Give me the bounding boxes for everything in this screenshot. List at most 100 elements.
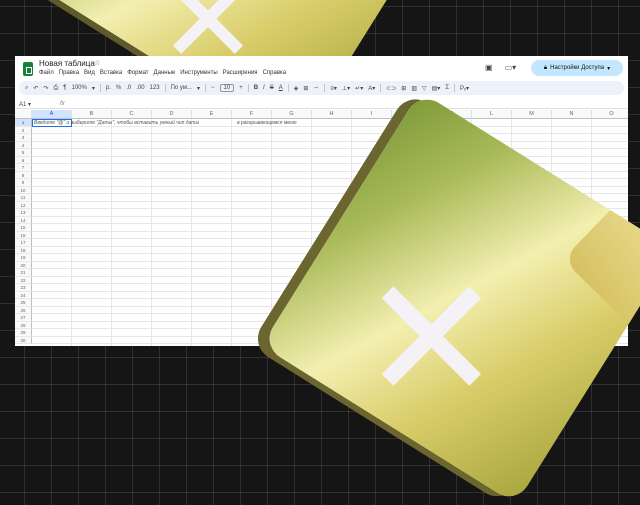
menu-item[interactable]: Расширения xyxy=(223,70,258,76)
row-header[interactable]: 17 xyxy=(15,239,32,247)
column-header[interactable]: A xyxy=(32,110,72,119)
cell-hint-text: Введите "@" и выберите "Даты", чтобы вст… xyxy=(34,120,200,126)
font-size-decrease-button[interactable]: − xyxy=(211,85,215,91)
column-header[interactable]: D xyxy=(152,110,192,119)
row-header[interactable]: 9 xyxy=(15,179,32,187)
row-header[interactable]: 13 xyxy=(15,209,32,217)
italic-icon[interactable]: I xyxy=(263,85,265,91)
column-header[interactable]: C xyxy=(112,110,152,119)
paint-format-icon[interactable]: ¶ xyxy=(63,85,66,91)
row-header[interactable]: 23 xyxy=(15,284,32,292)
sheets-logo-icon xyxy=(23,62,33,76)
print-icon[interactable]: ⎙ xyxy=(53,85,58,92)
strikethrough-icon[interactable]: S xyxy=(270,85,274,91)
text-color-icon[interactable]: A xyxy=(279,85,283,91)
redo-icon[interactable]: ↷ xyxy=(43,85,48,92)
row-header[interactable]: 8 xyxy=(15,171,32,179)
menu-item[interactable]: Вид xyxy=(84,70,95,76)
column-header[interactable]: H xyxy=(312,110,352,119)
font-select[interactable]: По ум... xyxy=(171,85,192,91)
share-button[interactable]: 🔒︎ Настройки Доступа ▾ xyxy=(531,60,623,76)
input-tools-icon[interactable]: Рᵥ▾ xyxy=(460,85,469,92)
chart-icon[interactable]: ▥ xyxy=(411,85,417,92)
select-all-corner[interactable] xyxy=(15,110,32,119)
bold-icon[interactable]: B xyxy=(254,85,258,91)
currency-button[interactable]: р. xyxy=(106,85,111,91)
column-header[interactable]: G xyxy=(272,110,312,119)
column-header[interactable]: I xyxy=(352,110,392,119)
link-icon[interactable]: ⊂⊃ xyxy=(386,85,396,92)
rotate-icon[interactable]: A▾ xyxy=(368,85,375,92)
lock-icon: 🔒︎ xyxy=(543,64,548,71)
menu-item[interactable]: Формат xyxy=(127,70,148,76)
row-header[interactable]: 26 xyxy=(15,306,32,314)
decrease-decimals-button[interactable]: .0 xyxy=(126,85,131,91)
number-format-button[interactable]: 123 xyxy=(150,85,160,91)
comment-add-icon[interactable]: ⊞ xyxy=(401,85,406,92)
column-header[interactable]: O xyxy=(592,110,628,119)
row-header[interactable]: 7 xyxy=(15,164,32,172)
search-icon[interactable]: ⌕ xyxy=(25,85,28,92)
row-header[interactable]: 14 xyxy=(15,216,32,224)
column-header[interactable]: L xyxy=(472,110,512,119)
row-header[interactable]: 16 xyxy=(15,231,32,239)
percent-button[interactable]: % xyxy=(116,85,121,91)
menu-bar: Файл Правка Вид Вставка Формат Данные Инструме… xyxy=(39,70,286,76)
row-header[interactable]: 21 xyxy=(15,269,32,277)
row-header[interactable]: 1 xyxy=(15,119,32,127)
column-gridline xyxy=(231,119,232,346)
align-icon[interactable]: ≡▾ xyxy=(330,85,337,92)
row-header[interactable]: 27 xyxy=(15,314,32,322)
meet-icon[interactable]: ▭▾ xyxy=(505,63,517,72)
menu-item[interactable]: Данные xyxy=(154,70,176,76)
row-header[interactable]: 10 xyxy=(15,186,32,194)
row-header[interactable]: 29 xyxy=(15,329,32,337)
borders-icon[interactable]: ⊞ xyxy=(303,85,308,92)
zoom-select[interactable]: 100% xyxy=(71,85,86,91)
row-header[interactable]: 6 xyxy=(15,156,32,164)
row-header[interactable]: 12 xyxy=(15,201,32,209)
menu-item[interactable]: Инструменты xyxy=(180,70,217,76)
menu-item[interactable]: Файл xyxy=(39,70,54,76)
row-header[interactable]: 22 xyxy=(15,276,32,284)
row-header[interactable]: 15 xyxy=(15,224,32,232)
menu-item[interactable]: Правка xyxy=(59,70,79,76)
column-header[interactable]: F xyxy=(232,110,272,119)
row-header[interactable]: 2 xyxy=(15,126,32,134)
row-header[interactable]: 20 xyxy=(15,261,32,269)
menu-item[interactable]: Справка xyxy=(263,70,287,76)
row-header[interactable]: 28 xyxy=(15,321,32,329)
functions-icon[interactable]: Σ xyxy=(445,85,449,91)
merge-cells-icon[interactable]: ⇔ xyxy=(313,85,319,91)
wrap-icon[interactable]: ↵▾ xyxy=(355,85,363,92)
name-box[interactable]: A1 ▾ xyxy=(19,101,31,108)
star-icon[interactable]: ☆ xyxy=(94,59,100,67)
column-gridline xyxy=(111,119,112,346)
share-button-label: Настройки Доступа xyxy=(550,65,605,71)
filter-views-icon[interactable]: ▤▾ xyxy=(432,85,441,92)
valign-icon[interactable]: ⊥▾ xyxy=(342,85,350,92)
column-header[interactable]: M xyxy=(512,110,552,119)
row-header[interactable]: 3 xyxy=(15,134,32,142)
column-header[interactable]: N xyxy=(552,110,592,119)
row-header[interactable]: 25 xyxy=(15,299,32,307)
increase-decimals-button[interactable]: .00 xyxy=(136,85,144,91)
row-header[interactable]: 11 xyxy=(15,194,32,202)
fill-color-icon[interactable]: ◈ xyxy=(294,85,299,92)
filter-icon[interactable]: ▽ xyxy=(422,85,427,92)
font-size-increase-button[interactable]: + xyxy=(239,85,243,91)
column-gridline xyxy=(271,119,272,346)
row-header[interactable]: 18 xyxy=(15,246,32,254)
column-header[interactable]: B xyxy=(72,110,112,119)
row-header[interactable]: 30 xyxy=(15,336,32,344)
row-header[interactable]: 4 xyxy=(15,141,32,149)
row-header[interactable]: 24 xyxy=(15,291,32,299)
document-title[interactable]: Новая таблица xyxy=(39,59,95,68)
row-header[interactable]: 5 xyxy=(15,149,32,157)
font-size-input[interactable]: 10 xyxy=(219,84,235,92)
menu-item[interactable]: Вставка xyxy=(100,70,122,76)
column-header[interactable]: E xyxy=(192,110,232,119)
comment-icon[interactable]: ▣ xyxy=(485,63,493,72)
row-header[interactable]: 19 xyxy=(15,254,32,262)
undo-icon[interactable]: ↶ xyxy=(33,85,38,92)
